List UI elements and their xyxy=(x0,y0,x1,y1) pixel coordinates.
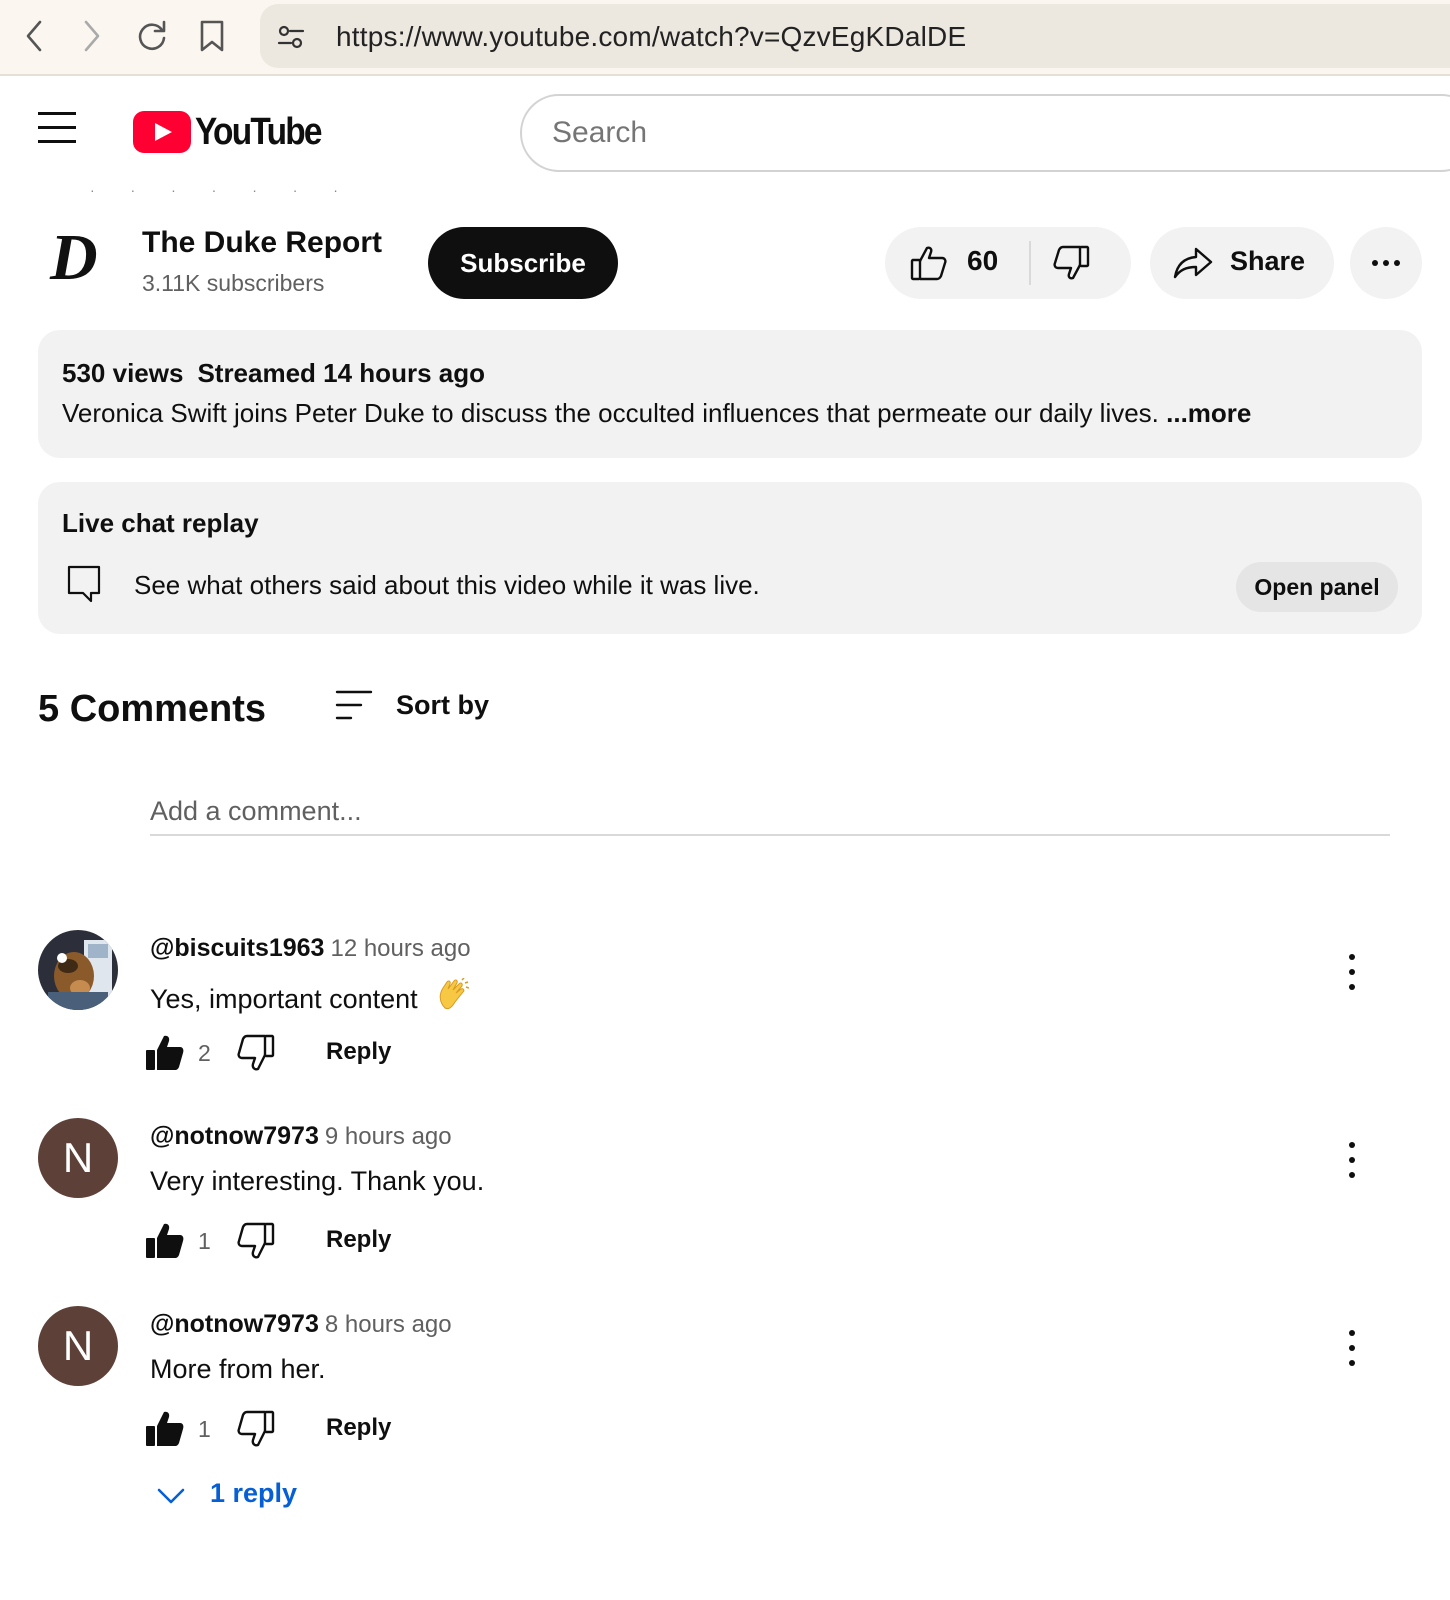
sort-icon xyxy=(335,690,373,720)
comment-like-count: 1 xyxy=(198,1416,211,1442)
comments-count: 5 Comments xyxy=(38,688,267,730)
comment-item: N @notnow7973 9 hours ago Very interestin… xyxy=(38,1118,1438,1278)
dislike-button[interactable] xyxy=(1031,227,1131,299)
comment-like-button[interactable] xyxy=(144,1032,186,1074)
reply-button[interactable]: Reply xyxy=(326,1226,391,1254)
commenter-avatar[interactable] xyxy=(38,930,118,1010)
comment-text: Yes, important content xyxy=(150,978,470,1015)
search-input[interactable] xyxy=(552,110,1412,156)
commenter-avatar[interactable]: N xyxy=(38,1118,118,1198)
back-button[interactable] xyxy=(12,14,56,58)
share-button[interactable]: Share xyxy=(1150,227,1334,299)
chat-bubble-icon xyxy=(67,565,101,603)
comment-text: Very interesting. Thank you. xyxy=(150,1166,485,1196)
comment-menu-button[interactable] xyxy=(1340,1138,1364,1182)
scrolled-title-remnant: · · · · · · · xyxy=(90,182,354,198)
forward-button[interactable] xyxy=(70,14,114,58)
view-count: 530 views xyxy=(62,358,184,388)
bookmark-icon xyxy=(200,20,224,52)
description-text: Veronica Swift joins Peter Duke to discu… xyxy=(62,398,1251,429)
browser-toolbar: https://www.youtube.com/watch?v=QzvEgKDa… xyxy=(0,0,1450,76)
url-text: https://www.youtube.com/watch?v=QzvEgKDa… xyxy=(336,21,967,52)
more-actions-button[interactable] xyxy=(1350,227,1422,299)
like-dislike-group: 60 xyxy=(885,227,1131,299)
thumbs-down-icon xyxy=(1053,245,1090,280)
comment-dislike-button[interactable] xyxy=(234,1220,276,1262)
author-handle[interactable]: @notnow7973 xyxy=(150,1310,319,1338)
address-bar[interactable]: https://www.youtube.com/watch?v=QzvEgKDa… xyxy=(260,4,1450,68)
add-comment-input[interactable] xyxy=(150,788,1390,836)
open-panel-button[interactable]: Open panel xyxy=(1236,562,1398,612)
chevron-down-icon xyxy=(157,1488,185,1504)
description-body: Veronica Swift joins Peter Duke to discu… xyxy=(62,398,1159,428)
description-box[interactable]: 530 views Streamed 14 hours ago Veronica … xyxy=(38,330,1422,458)
thumbs-up-icon xyxy=(910,246,947,281)
avatar-image-icon xyxy=(38,930,118,1010)
play-logo-icon xyxy=(133,111,191,153)
replies-count: 1 reply xyxy=(210,1478,298,1508)
author-handle[interactable]: @notnow7973 xyxy=(150,1122,319,1150)
comment-like-count: 2 xyxy=(198,1040,211,1066)
chevron-right-icon xyxy=(84,20,100,52)
channel-avatar[interactable]: D xyxy=(50,225,110,291)
reply-button[interactable]: Reply xyxy=(326,1038,391,1066)
comment-like-count: 1 xyxy=(198,1228,211,1254)
comment-item: N @notnow7973 8 hours ago More from her. … xyxy=(38,1306,1438,1466)
subscriber-count: 3.11K subscribers xyxy=(142,270,325,296)
comment-author: @notnow7973 9 hours ago xyxy=(150,1122,452,1151)
logo-wordmark: YouTube xyxy=(195,110,323,153)
share-label: Share xyxy=(1230,246,1306,276)
comment-like-button[interactable] xyxy=(144,1220,186,1262)
menu-icon[interactable] xyxy=(38,112,82,148)
comment-timestamp[interactable]: 12 hours ago xyxy=(330,935,470,962)
comment-menu-button[interactable] xyxy=(1340,950,1364,994)
subscribe-button[interactable]: Subscribe xyxy=(428,227,618,299)
reload-button[interactable] xyxy=(130,14,174,58)
share-arrow-icon xyxy=(1173,247,1213,279)
live-chat-description: See what others said about this video wh… xyxy=(134,570,760,600)
author-handle[interactable]: @biscuits1963 xyxy=(150,934,324,962)
comment-body: Yes, important content xyxy=(150,984,418,1014)
comment-like-button[interactable] xyxy=(144,1408,186,1450)
site-settings-icon[interactable] xyxy=(276,22,306,52)
sort-by-label: Sort by xyxy=(396,690,490,720)
chevron-left-icon xyxy=(26,20,42,52)
stream-date: Streamed 14 hours ago xyxy=(197,358,485,388)
comment-item: @biscuits1963 12 hours ago Yes, important… xyxy=(38,930,1438,1090)
sort-by-button[interactable]: Sort by xyxy=(334,686,504,726)
comment-author: @biscuits1963 12 hours ago xyxy=(150,934,471,963)
like-button[interactable]: 60 xyxy=(885,227,1029,299)
search-box xyxy=(520,94,1450,172)
comment-author: @notnow7973 8 hours ago xyxy=(150,1310,452,1339)
comment-dislike-button[interactable] xyxy=(234,1032,276,1074)
live-chat-title: Live chat replay xyxy=(62,508,259,538)
commenter-avatar[interactable]: N xyxy=(38,1306,118,1386)
comment-dislike-button[interactable] xyxy=(234,1408,276,1450)
comment-timestamp[interactable]: 8 hours ago xyxy=(325,1311,452,1338)
channel-name[interactable]: The Duke Report xyxy=(142,226,382,260)
youtube-header: YouTube xyxy=(0,78,1450,188)
like-count: 60 xyxy=(967,245,999,276)
description-meta: 530 views Streamed 14 hours ago xyxy=(62,358,485,389)
comment-timestamp[interactable]: 9 hours ago xyxy=(325,1123,452,1150)
show-more-link[interactable]: ...more xyxy=(1166,398,1251,428)
live-chat-replay-panel: Live chat replay See what others said ab… xyxy=(38,482,1422,634)
comment-text: More from her. xyxy=(150,1354,326,1384)
clapping-hands-icon xyxy=(439,978,470,1010)
comment-menu-button[interactable] xyxy=(1340,1326,1364,1370)
bookmark-button[interactable] xyxy=(190,14,234,58)
reload-icon xyxy=(138,20,166,51)
youtube-logo[interactable]: YouTube xyxy=(133,110,338,154)
reply-button[interactable]: Reply xyxy=(326,1414,391,1442)
